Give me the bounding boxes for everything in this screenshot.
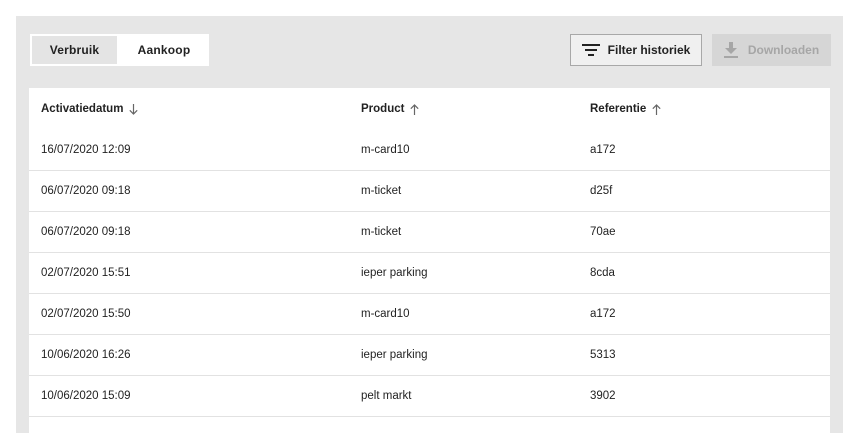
cell-activatiedatum: 02/07/2020 15:51: [41, 267, 131, 279]
column-header-activatiedatum[interactable]: Activatiedatum: [41, 88, 139, 130]
tab-aankoop[interactable]: Aankoop: [121, 36, 207, 64]
column-header-label: Referentie: [590, 103, 647, 115]
filter-history-label: Filter historiek: [607, 43, 691, 57]
tab-verbruik[interactable]: Verbruik: [32, 36, 117, 64]
cell-product: m-card10: [361, 308, 410, 320]
tab-switcher: Verbruik Aankoop: [30, 34, 209, 66]
table-row: 16/07/2020 12:09 m-card10 a172: [29, 130, 830, 171]
sort-arrow-down-icon: [129, 103, 139, 115]
column-header-label: Product: [361, 103, 405, 115]
cell-product: m-card10: [361, 144, 410, 156]
column-header-label: Activatiedatum: [41, 103, 124, 115]
cell-product: ieper parking: [361, 349, 428, 361]
cell-activatiedatum: 02/07/2020 15:50: [41, 308, 131, 320]
table-row: 06/07/2020 09:18 m-ticket 70ae: [29, 212, 830, 253]
cell-referentie: d25f: [590, 185, 613, 197]
table-row: 02/07/2020 15:51 ieper parking 8cda: [29, 253, 830, 294]
column-header-product[interactable]: Product: [361, 88, 420, 130]
cell-referentie: 8cda: [590, 267, 615, 279]
download-icon: [723, 42, 738, 58]
cell-product: pelt markt: [361, 390, 412, 402]
cell-activatiedatum: 10/06/2020 16:26: [41, 349, 131, 361]
column-header-referentie[interactable]: Referentie: [590, 88, 661, 130]
toolbar: Verbruik Aankoop Filter historiek Downlo…: [16, 16, 843, 86]
table-row: 10/06/2020 16:26 ieper parking 5313: [29, 335, 830, 376]
history-table: Activatiedatum Product Referentie 16/07/…: [29, 88, 830, 433]
cell-referentie: 5313: [590, 349, 616, 361]
cell-activatiedatum: 16/07/2020 12:09: [41, 144, 131, 156]
sort-arrow-up-icon: [410, 103, 420, 115]
cell-product: ieper parking: [361, 267, 428, 279]
table-row: 06/07/2020 09:18 m-ticket d25f: [29, 171, 830, 212]
sort-arrow-up-icon: [652, 103, 661, 115]
cell-referentie: a172: [590, 308, 616, 320]
history-panel: Verbruik Aankoop Filter historiek Downlo…: [16, 16, 843, 433]
cell-product: m-ticket: [361, 226, 402, 238]
table-header: Activatiedatum Product Referentie: [29, 88, 830, 130]
cell-activatiedatum: 10/06/2020 15:09: [41, 390, 131, 402]
filter-history-button[interactable]: Filter historiek: [570, 34, 702, 66]
download-label: Downloaden: [747, 43, 820, 57]
cell-referentie: 3902: [590, 390, 616, 402]
table-row: 02/07/2020 15:50 m-card10 a172: [29, 294, 830, 335]
download-button[interactable]: Downloaden: [712, 34, 831, 66]
cell-activatiedatum: 06/07/2020 09:18: [41, 226, 131, 238]
filter-lines-icon: [581, 43, 600, 57]
cell-product: m-ticket: [361, 185, 402, 197]
cell-referentie: 70ae: [590, 226, 616, 238]
cell-referentie: a172: [590, 144, 616, 156]
cell-activatiedatum: 06/07/2020 09:18: [41, 185, 131, 197]
table-row: 10/06/2020 15:09 pelt markt 3902: [29, 376, 830, 417]
